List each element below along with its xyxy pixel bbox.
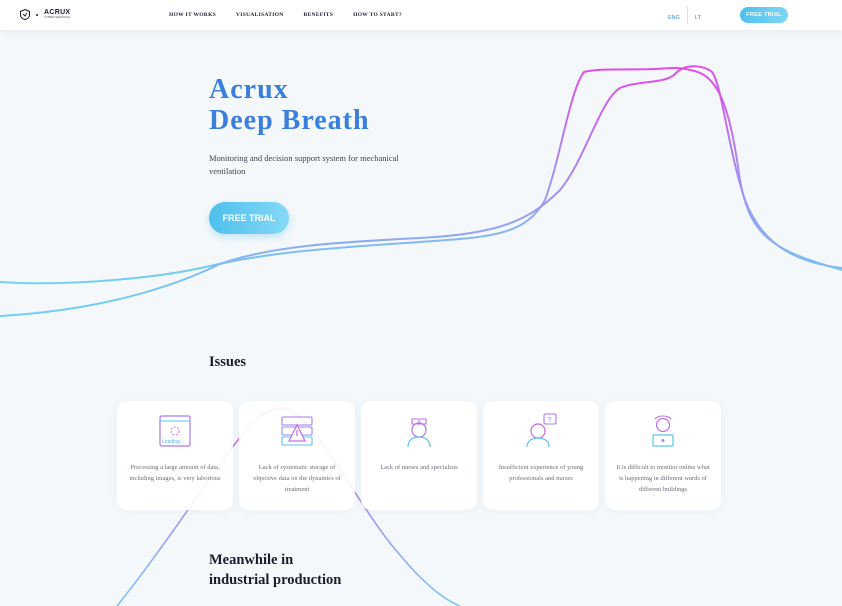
issues-heading: Issues [209,354,247,370]
hero-subtitle: Monitoring and decision support system f… [209,153,399,176]
hero-title: Acrux Deep Breath [209,74,370,136]
logo[interactable]: ACRUX CYBER SERVICES [20,9,70,20]
nav-benefits[interactable]: BENEFITS [304,12,334,18]
confused-nurse-icon: ? [526,413,557,448]
loading-screen-icon: Loading... [159,415,191,447]
issue-text: Insufficient experience of young profess… [498,464,584,482]
issue-card: It is difficult to monitor online what i… [605,401,721,510]
shield-logo-icon [20,9,30,20]
lang-lt[interactable]: LT [695,15,701,21]
logo-text: ACRUX CYBER SERVICES [44,9,70,20]
nav-how-it-works[interactable]: HOW IT WORKS [169,12,216,18]
nav-visualisation[interactable]: VISUALISATION [236,12,284,18]
language-switcher: ENG LT [668,6,701,24]
issue-text: It is difficult to monitor online what i… [616,464,710,493]
issue-card: Loading... Processing a large amount of … [117,401,233,510]
issue-card: ? Insufficient experience of young profe… [483,401,599,510]
hero-title-line2: Deep Breath [209,105,370,136]
logo-separator [36,13,38,16]
header-free-trial-button[interactable]: FREE TRIAL [740,7,788,23]
issue-text: Lack of nurses and specialists [380,464,458,471]
remote-monitor-icon [652,415,674,447]
meanwhile-line1: Meanwhile in [209,552,294,568]
issue-text: Processing a large amount of data, inclu… [129,464,221,482]
nav-how-to-start[interactable]: HOW TO START? [353,12,402,18]
loading-label: Loading... [162,439,184,445]
svg-text:?: ? [548,417,552,424]
decorative-waveform [0,65,842,606]
logo-subtitle: CYBER SERVICES [44,15,71,20]
issue-card: Lack of systematic storage of objective … [239,401,355,510]
main-nav: HOW IT WORKS VISUALISATION BENEFITS HOW … [169,12,402,18]
issues-cards: Loading... Processing a large amount of … [117,401,721,510]
site-header: ACRUX CYBER SERVICES HOW IT WORKS VISUAL… [0,0,842,30]
lang-eng[interactable]: ENG [668,15,680,21]
lang-divider [686,6,688,24]
meanwhile-line2: industrial production [209,572,342,588]
server-warning-icon [281,416,313,446]
issue-card: Lack of nurses and specialists [361,401,477,510]
issue-text: Lack of systematic storage of objective … [253,464,341,493]
nurse-icon [407,418,431,448]
hero-title-line1: Acrux [209,74,289,105]
meanwhile-heading: Meanwhile in industrial production [209,550,341,590]
hero-free-trial-button[interactable]: FREE TRIAL [209,202,289,234]
